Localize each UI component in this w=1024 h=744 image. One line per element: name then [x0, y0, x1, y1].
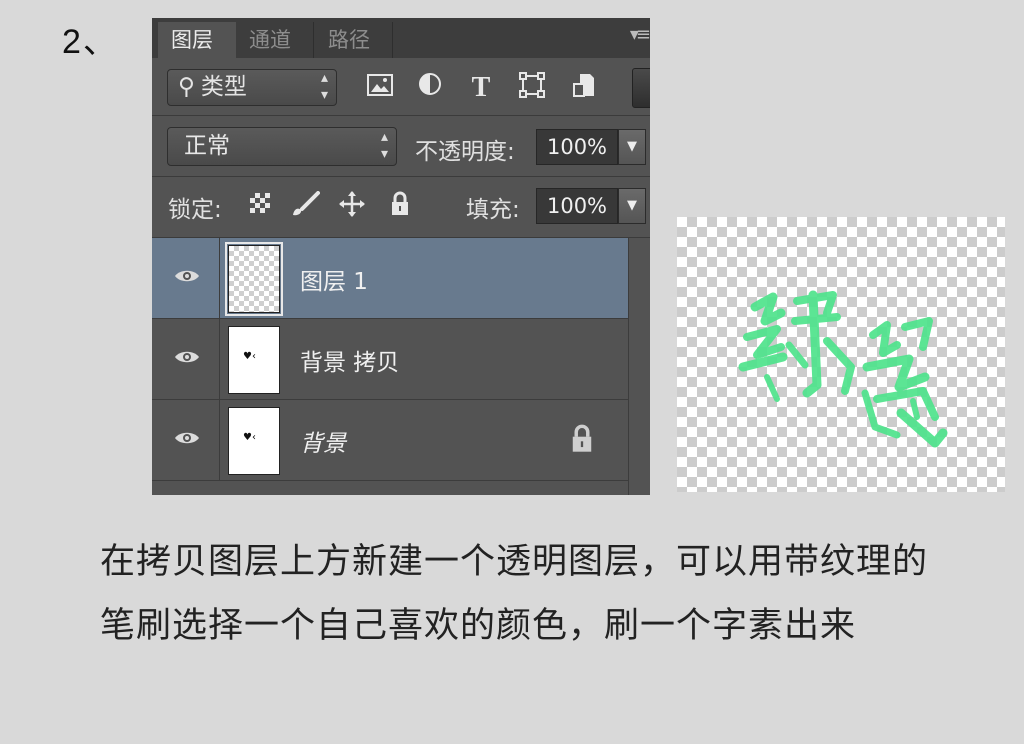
eye-icon[interactable] — [174, 430, 200, 446]
fill-dropdown-button[interactable]: ▼ — [618, 188, 646, 224]
lock-paint-icon[interactable] — [290, 191, 320, 223]
brush-stroke-artwork — [738, 290, 948, 448]
layer-thumbnail: ♥‹ — [228, 326, 280, 394]
image-filter-icon[interactable] — [364, 72, 396, 104]
layer-name[interactable]: 背景 拷贝 — [300, 343, 399, 377]
search-icon: ⚲ — [178, 74, 195, 100]
layer-filter-select[interactable]: ⚲ 类型 ▴ ▾ — [167, 69, 337, 106]
blend-mode-value: 正常 — [184, 133, 230, 159]
layer-thumbnail: ♥‹ — [228, 407, 280, 475]
filter-value: 类型 — [200, 74, 247, 100]
layer-row-background-copy[interactable]: ♥‹ 背景 拷贝 — [152, 319, 628, 400]
lock-transparent-icon[interactable] — [245, 191, 275, 223]
adjustment-filter-icon[interactable] — [414, 72, 446, 104]
tab-channels[interactable]: 通道 — [236, 22, 314, 58]
fill-input[interactable]: 100% — [536, 188, 618, 224]
layer-name[interactable]: 图层 1 — [300, 262, 368, 296]
visibility-column — [152, 400, 220, 480]
layer-lock-icon — [572, 424, 592, 452]
lock-label: 锁定: — [168, 197, 222, 223]
divider — [152, 115, 650, 116]
thumbnail-mark: ♥‹ — [243, 351, 256, 362]
layer-thumbnail — [225, 242, 283, 316]
layers-scrollbar[interactable] — [628, 238, 650, 495]
visibility-column — [152, 238, 220, 318]
smart-object-filter-icon[interactable] — [568, 72, 600, 104]
layer-name[interactable]: 背景 — [300, 424, 346, 458]
blend-mode-select[interactable]: 正常 ▴ ▾ — [167, 127, 397, 166]
tab-layers[interactable]: 图层 — [158, 22, 236, 58]
divider — [152, 176, 650, 177]
updown-arrows-icon: ▴ ▾ — [380, 129, 388, 162]
updown-arrows-icon: ▴ ▾ — [320, 70, 328, 103]
panel-tabbar: 图层 通道 路径 ▾≡ — [152, 18, 650, 58]
fill-label: 填充: — [466, 197, 520, 223]
step-number: 2、 — [62, 23, 119, 61]
layer-row-layer1[interactable]: 图层 1 — [152, 238, 628, 319]
visibility-column — [152, 319, 220, 399]
opacity-input[interactable]: 100% — [536, 129, 618, 165]
text-filter-icon[interactable]: T — [465, 72, 497, 104]
opacity-label: 不透明度: — [415, 139, 515, 165]
thumbnail-mark: ♥‹ — [243, 432, 256, 443]
layers-list: 图层 1 ♥‹ 背景 拷贝 ♥‹ 背景 — [152, 238, 650, 495]
layer-row-background[interactable]: ♥‹ 背景 — [152, 400, 628, 481]
instruction-caption: 在拷贝图层上方新建一个透明图层，可以用带纹理的笔刷选择一个自己喜欢的颜色，刷一个… — [100, 542, 929, 646]
lock-all-icon[interactable] — [385, 191, 415, 223]
canvas-preview — [677, 217, 1005, 492]
opacity-dropdown-button[interactable]: ▼ — [618, 129, 646, 165]
panel-menu-icon[interactable]: ▾≡ — [630, 24, 650, 45]
eye-icon[interactable] — [174, 349, 200, 365]
tab-paths[interactable]: 路径 — [315, 22, 393, 58]
shape-filter-icon[interactable] — [516, 72, 548, 104]
lock-position-icon[interactable] — [337, 191, 367, 223]
filter-toggle-switch[interactable] — [632, 68, 650, 108]
eye-icon[interactable] — [174, 268, 200, 284]
layers-panel: 图层 通道 路径 ▾≡ ⚲ 类型 ▴ ▾ T 正常 ▴ ▾ 不透明度: 100% ▼ … — [152, 18, 650, 495]
